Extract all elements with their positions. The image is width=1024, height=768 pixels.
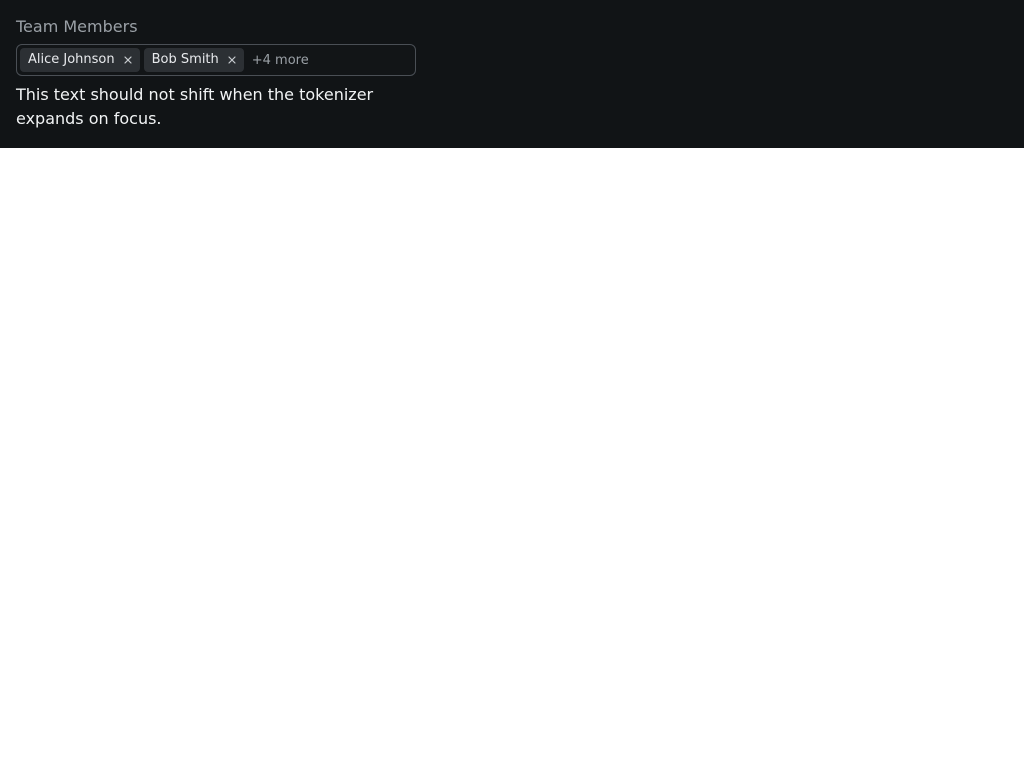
token-bob-smith[interactable]: Bob Smith — [143, 48, 244, 72]
token-label: Alice Johnson — [28, 52, 115, 67]
team-members-tokenizer[interactable]: Alice Johnson Bob Smith +4 more — [16, 44, 416, 76]
helper-text: This text should not shift when the toke… — [16, 85, 374, 128]
more-tokens-indicator[interactable]: +4 more — [252, 53, 309, 68]
team-members-panel: Team Members Alice Johnson Bob Smith +4 … — [0, 0, 1024, 148]
team-members-label: Team Members — [16, 17, 138, 36]
close-icon[interactable] — [123, 55, 133, 65]
token-label: Bob Smith — [151, 52, 219, 67]
token-alice-johnson[interactable]: Alice Johnson — [20, 48, 140, 72]
close-icon[interactable] — [227, 55, 237, 65]
